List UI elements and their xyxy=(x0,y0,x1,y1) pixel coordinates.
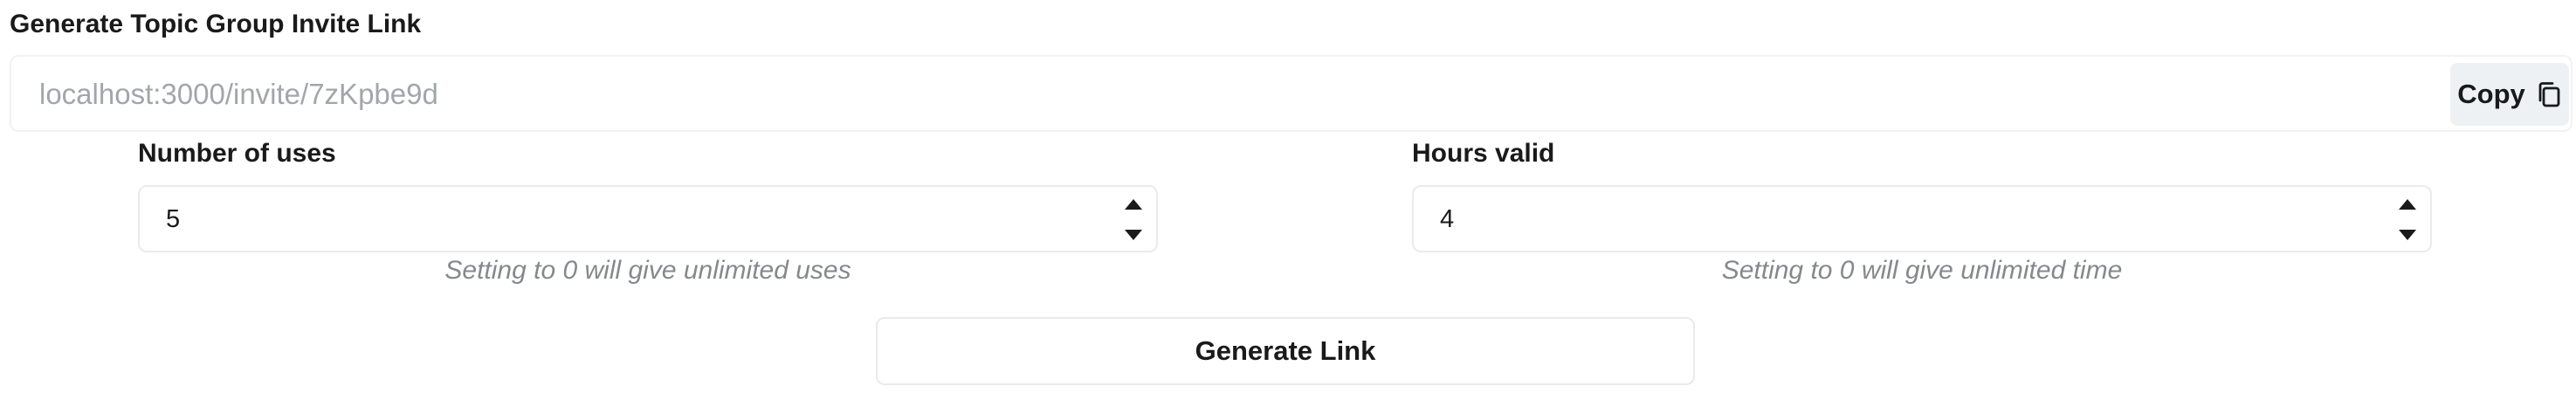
hours-input[interactable]: 4 xyxy=(1412,185,2432,252)
uses-stepper[interactable] xyxy=(1116,190,1151,249)
uses-decrement-button[interactable] xyxy=(1116,221,1151,249)
generate-link-label: Generate Link xyxy=(1195,335,1376,366)
section-title: Generate Topic Group Invite Link xyxy=(10,10,422,38)
copy-button-label: Copy xyxy=(2457,79,2525,109)
arrow-down-icon xyxy=(1125,230,1142,240)
arrow-down-icon xyxy=(2399,230,2416,240)
arrow-up-icon xyxy=(2399,199,2416,210)
hours-label: Hours valid xyxy=(1412,139,1555,168)
uses-value: 5 xyxy=(166,205,181,233)
arrow-up-icon xyxy=(1125,199,1142,210)
invite-link-field[interactable]: localhost:3000/invite/7zKpbe9d Copy xyxy=(10,55,2573,132)
hours-increment-button[interactable] xyxy=(2390,190,2425,218)
copy-button[interactable]: Copy xyxy=(2450,63,2569,126)
uses-increment-button[interactable] xyxy=(1116,190,1151,218)
uses-hint: Setting to 0 will give unlimited uses xyxy=(444,256,851,285)
hours-value: 4 xyxy=(1440,205,1455,233)
uses-input[interactable]: 5 xyxy=(138,185,1158,252)
hours-decrement-button[interactable] xyxy=(2390,221,2425,249)
copy-icon xyxy=(2536,80,2562,108)
hours-hint: Setting to 0 will give unlimited time xyxy=(1721,256,2123,285)
invite-link-text[interactable]: localhost:3000/invite/7zKpbe9d xyxy=(39,77,438,112)
hours-stepper[interactable] xyxy=(2390,190,2425,249)
uses-label: Number of uses xyxy=(138,139,336,168)
generate-link-button[interactable]: Generate Link xyxy=(876,317,1695,385)
